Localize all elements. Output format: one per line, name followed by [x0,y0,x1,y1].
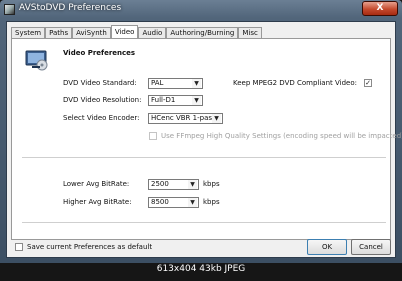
video-encoder-value: HCenc VBR 1-pass [151,114,216,122]
save-default-label: Save current Preferences as default [27,243,153,251]
tab-video[interactable]: Video [110,25,139,39]
dvd-standard-label: DVD Video Standard: [63,79,137,87]
video-preferences-panel: Video Preferences DVD Video Standard: PA… [11,38,402,240]
tab-strip: System Paths AviSynth Video Audio Author… [11,25,262,39]
chevron-down-icon: ▼ [192,96,201,105]
keep-mpeg2-label: Keep MPEG2 DVD Compliant Video: [233,79,357,87]
keep-mpeg2-checkbox[interactable]: ✓ [364,79,372,87]
checkmark-icon: ✓ [365,79,371,87]
chevron-down-icon: ▼ [212,114,221,123]
image-caption: 613x404 43kb JPEG [156,264,246,274]
preferences-window: AVStoDVD Preferences X System Paths AviS… [0,0,402,263]
dialog-client-area: System Paths AviSynth Video Audio Author… [6,21,402,258]
higher-bitrate-label: Higher Avg BitRate: [63,198,132,206]
lower-bitrate-unit: kbps [203,180,220,188]
higher-bitrate-value: 8500 [151,198,169,206]
video-encoder-label: Select Video Encoder: [63,114,140,122]
close-button[interactable]: X [362,1,398,16]
dvd-resolution-value: Full-D1 [151,96,176,104]
lower-bitrate-label: Lower Avg BitRate: [63,180,130,188]
video-preferences-icon [25,50,48,71]
save-default-checkbox[interactable] [15,243,23,251]
chevron-down-icon: ▼ [192,79,201,88]
dvd-resolution-label: DVD Video Resolution: [63,96,142,104]
chevron-down-icon: ▼ [188,180,197,189]
video-encoder-select[interactable]: HCenc VBR 1-pass ▼ [148,113,223,124]
dvd-resolution-select[interactable]: Full-D1 ▼ [148,95,203,106]
dvd-standard-select[interactable]: PAL ▼ [148,78,203,89]
higher-bitrate-select[interactable]: 8500 ▼ [148,197,199,208]
section-title: Video Preferences [63,49,136,57]
title-bar[interactable]: AVStoDVD Preferences X [0,0,402,19]
lower-bitrate-select[interactable]: 2500 ▼ [148,179,199,190]
ok-button[interactable]: OK [307,239,347,255]
app-icon [4,4,15,15]
ffmpeg-hq-label: Use FFmpeg High Quality Settings (encodi… [161,132,402,140]
section-divider [22,222,386,223]
ffmpeg-hq-checkbox[interactable] [149,132,157,140]
chevron-down-icon: ▼ [188,198,197,207]
section-divider [22,157,386,158]
cancel-button[interactable]: Cancel [351,239,391,255]
window-title: AVStoDVD Preferences [19,3,122,13]
higher-bitrate-unit: kbps [203,198,220,206]
lower-bitrate-value: 2500 [151,180,169,188]
dvd-standard-value: PAL [151,79,164,87]
